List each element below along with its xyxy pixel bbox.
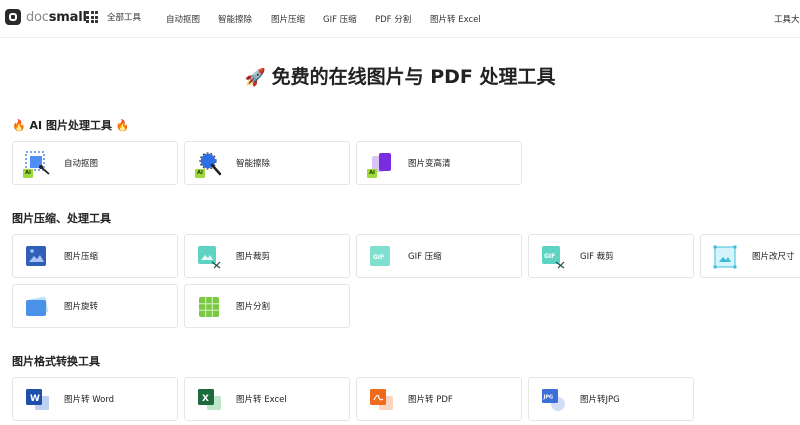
- logo-text-small: small: [48, 9, 87, 25]
- tool-card-enhance[interactable]: AI 图片变高清: [356, 141, 522, 185]
- all-tools-label: 全部工具: [107, 13, 142, 23]
- tool-card-label: 图片分割: [236, 302, 271, 312]
- gif-crop-icon: GIF: [539, 243, 567, 271]
- image-to-pdf-icon: [367, 386, 395, 414]
- image-split-icon: [195, 293, 223, 321]
- grid-menu-icon: [86, 11, 98, 23]
- section-title-ai-text: AI 图片处理工具: [29, 119, 112, 132]
- docsmall-logo[interactable]: docsmall: [5, 9, 87, 25]
- tool-card-image-to-word[interactable]: W 图片转 Word: [12, 377, 178, 421]
- logo-mark-icon: [5, 9, 21, 25]
- tool-card-image-split[interactable]: 图片分割: [184, 284, 350, 328]
- page-title-text: 免费的在线图片与 PDF 处理工具: [271, 66, 556, 88]
- image-to-excel-icon: X: [195, 386, 223, 414]
- gif-badge: GIF: [544, 253, 555, 260]
- section-title-compress: 图片压缩、处理工具: [12, 212, 111, 225]
- nav-gif-compress[interactable]: GIF 压缩: [323, 13, 357, 25]
- logo-text: docsmall: [26, 10, 87, 25]
- ai-badge: AI: [367, 169, 377, 178]
- gif-badge: GIF: [373, 254, 384, 261]
- tool-card-image-resize[interactable]: 图片改尺寸: [700, 234, 800, 278]
- ai-badge: AI: [195, 169, 205, 178]
- all-tools-button[interactable]: 全部工具: [86, 11, 141, 23]
- jpg-badge: JPG: [543, 395, 554, 401]
- tool-card-gif-crop[interactable]: GIF GIF 裁剪: [528, 234, 694, 278]
- image-compress-icon: [23, 243, 51, 271]
- tool-card-label: GIF 裁剪: [580, 252, 614, 262]
- image-crop-icon: [195, 243, 223, 271]
- toolbox-link[interactable]: 工具大: [774, 13, 800, 25]
- section-title-ai: 🔥 AI 图片处理工具 🔥: [12, 117, 130, 133]
- image-to-jpg-icon: JPG: [539, 386, 567, 414]
- tool-card-label: 图片转 Word: [64, 395, 115, 405]
- auto-cutout-icon: AI: [23, 150, 51, 178]
- ai-badge: AI: [23, 169, 33, 178]
- word-badge: W: [30, 394, 40, 404]
- image-resize-icon: [711, 243, 739, 271]
- nav-image-compress[interactable]: 图片压缩: [271, 13, 305, 25]
- top-navigation-bar: docsmall 全部工具 自动抠图 智能擦除 图片压缩 GIF 压缩 PDF …: [0, 0, 800, 38]
- tool-card-label: 图片改尺寸: [752, 252, 795, 262]
- image-rotate-icon: [23, 293, 51, 321]
- tool-card-image-compress[interactable]: 图片压缩: [12, 234, 178, 278]
- tool-card-image-to-pdf[interactable]: 图片转 PDF: [356, 377, 522, 421]
- tool-card-label: 图片转JPG: [580, 395, 620, 405]
- enhance-icon: AI: [367, 150, 395, 178]
- tool-card-image-to-excel[interactable]: X 图片转 Excel: [184, 377, 350, 421]
- section-title-convert: 图片格式转换工具: [12, 355, 100, 368]
- tool-card-label: 图片压缩: [64, 252, 99, 262]
- nav-image-to-excel[interactable]: 图片转 Excel: [430, 13, 481, 25]
- tool-card-label: 智能擦除: [236, 159, 271, 169]
- nav-smart-erase[interactable]: 智能擦除: [218, 13, 252, 25]
- logo-text-doc: doc: [26, 9, 49, 25]
- tool-card-label: 图片裁剪: [236, 252, 271, 262]
- tool-card-gif-compress[interactable]: GIF GIF 压缩: [356, 234, 522, 278]
- tool-card-label: 图片旋转: [64, 302, 99, 312]
- tool-card-auto-cutout[interactable]: AI 自动抠图: [12, 141, 178, 185]
- smart-erase-icon: AI: [195, 150, 223, 178]
- tool-card-label: 图片转 PDF: [408, 395, 453, 405]
- gif-compress-icon: GIF: [367, 243, 395, 271]
- nav-auto-cutout[interactable]: 自动抠图: [166, 13, 200, 25]
- nav-pdf-split[interactable]: PDF 分割: [375, 13, 411, 25]
- rocket-icon: 🚀: [244, 68, 266, 88]
- tool-card-label: 图片变高清: [408, 159, 451, 169]
- fire-icon: 🔥: [12, 119, 26, 132]
- tool-card-image-to-jpg[interactable]: JPG 图片转JPG: [528, 377, 694, 421]
- excel-badge: X: [202, 394, 209, 404]
- tool-card-label: 图片转 Excel: [236, 395, 287, 405]
- image-to-word-icon: W: [23, 386, 51, 414]
- tool-card-smart-erase[interactable]: AI 智能擦除: [184, 141, 350, 185]
- fire-icon: 🔥: [115, 119, 130, 132]
- tool-card-image-crop[interactable]: 图片裁剪: [184, 234, 350, 278]
- tool-card-label: 自动抠图: [64, 159, 99, 169]
- tool-card-image-rotate[interactable]: 图片旋转: [12, 284, 178, 328]
- page-title: 🚀 免费的在线图片与 PDF 处理工具: [0, 62, 800, 89]
- tool-card-label: GIF 压缩: [408, 252, 442, 262]
